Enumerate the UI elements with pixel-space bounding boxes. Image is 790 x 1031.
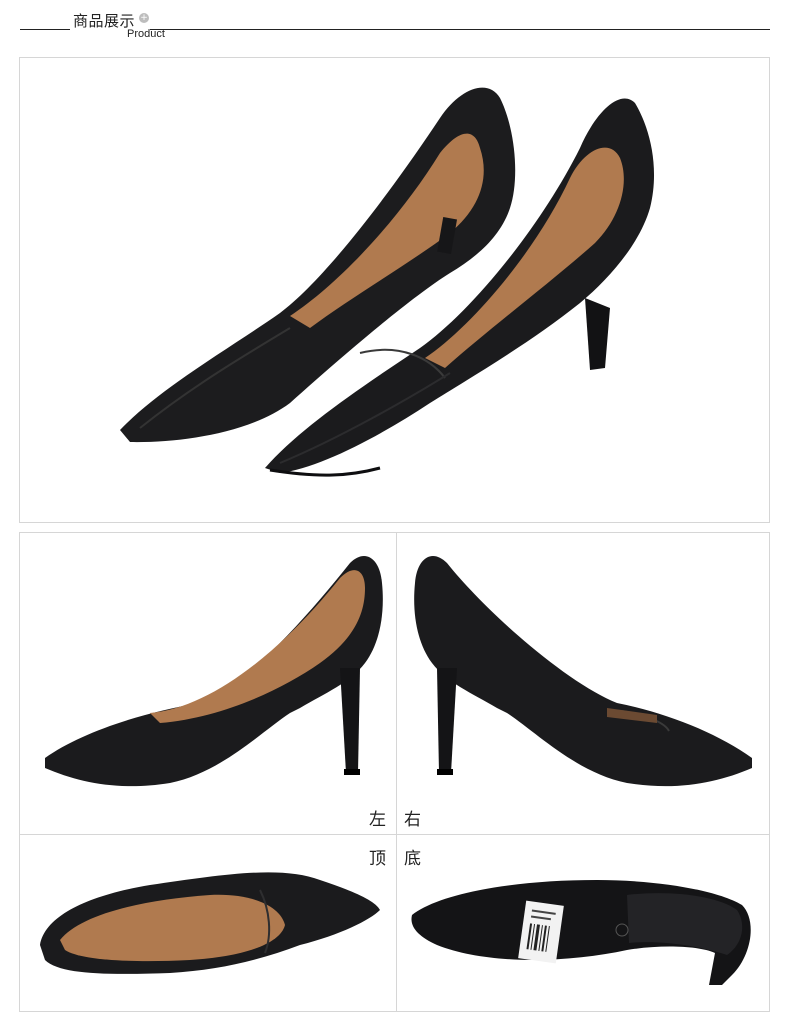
bottom-view-image (411, 880, 751, 985)
view-label-right: 右 (404, 810, 421, 830)
top-view-image (40, 872, 380, 974)
view-label-left: 左 (369, 810, 386, 830)
shoe-pair-illustration (120, 87, 655, 477)
right-view-image (414, 555, 752, 787)
front-heel (585, 298, 610, 370)
section-title: 商品展示 (73, 12, 136, 30)
plus-circle-icon: + (139, 13, 149, 23)
main-product-image (19, 57, 770, 523)
view-grid: 左 右 顶 底 (19, 532, 770, 1012)
left-view-image (45, 555, 383, 787)
header-rule-left (20, 29, 70, 30)
section-header: 商品展示 + Product (0, 0, 790, 46)
header-rule-right (150, 29, 770, 30)
back-shoe (120, 87, 516, 443)
